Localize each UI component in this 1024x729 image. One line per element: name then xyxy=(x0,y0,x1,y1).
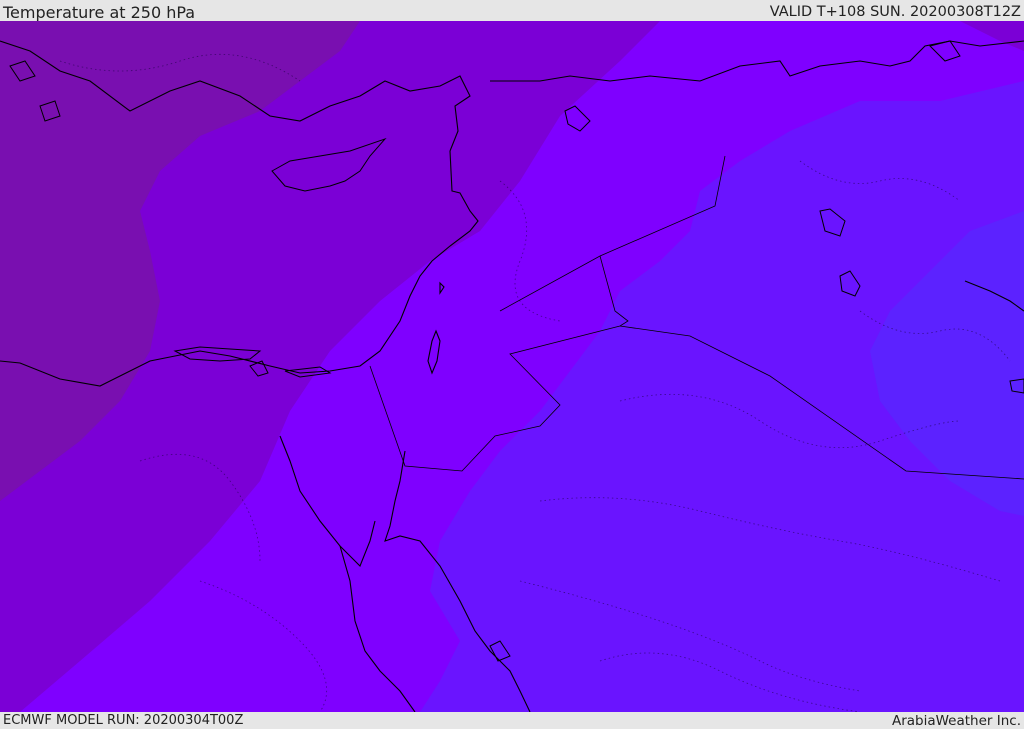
footer-bar: ECMWF MODEL RUN: 20200304T00Z ArabiaWeat… xyxy=(0,712,1024,729)
credit-label: ArabiaWeather Inc. xyxy=(891,712,1021,729)
weather-map xyxy=(0,21,1024,712)
map-title: Temperature at 250 hPa xyxy=(3,3,196,22)
header-bar: Temperature at 250 hPa VALID T+108 SUN. … xyxy=(0,0,1024,21)
valid-time: VALID T+108 SUN. 20200308T12Z xyxy=(769,4,1021,20)
model-run: ECMWF MODEL RUN: 20200304T00Z xyxy=(3,713,244,728)
